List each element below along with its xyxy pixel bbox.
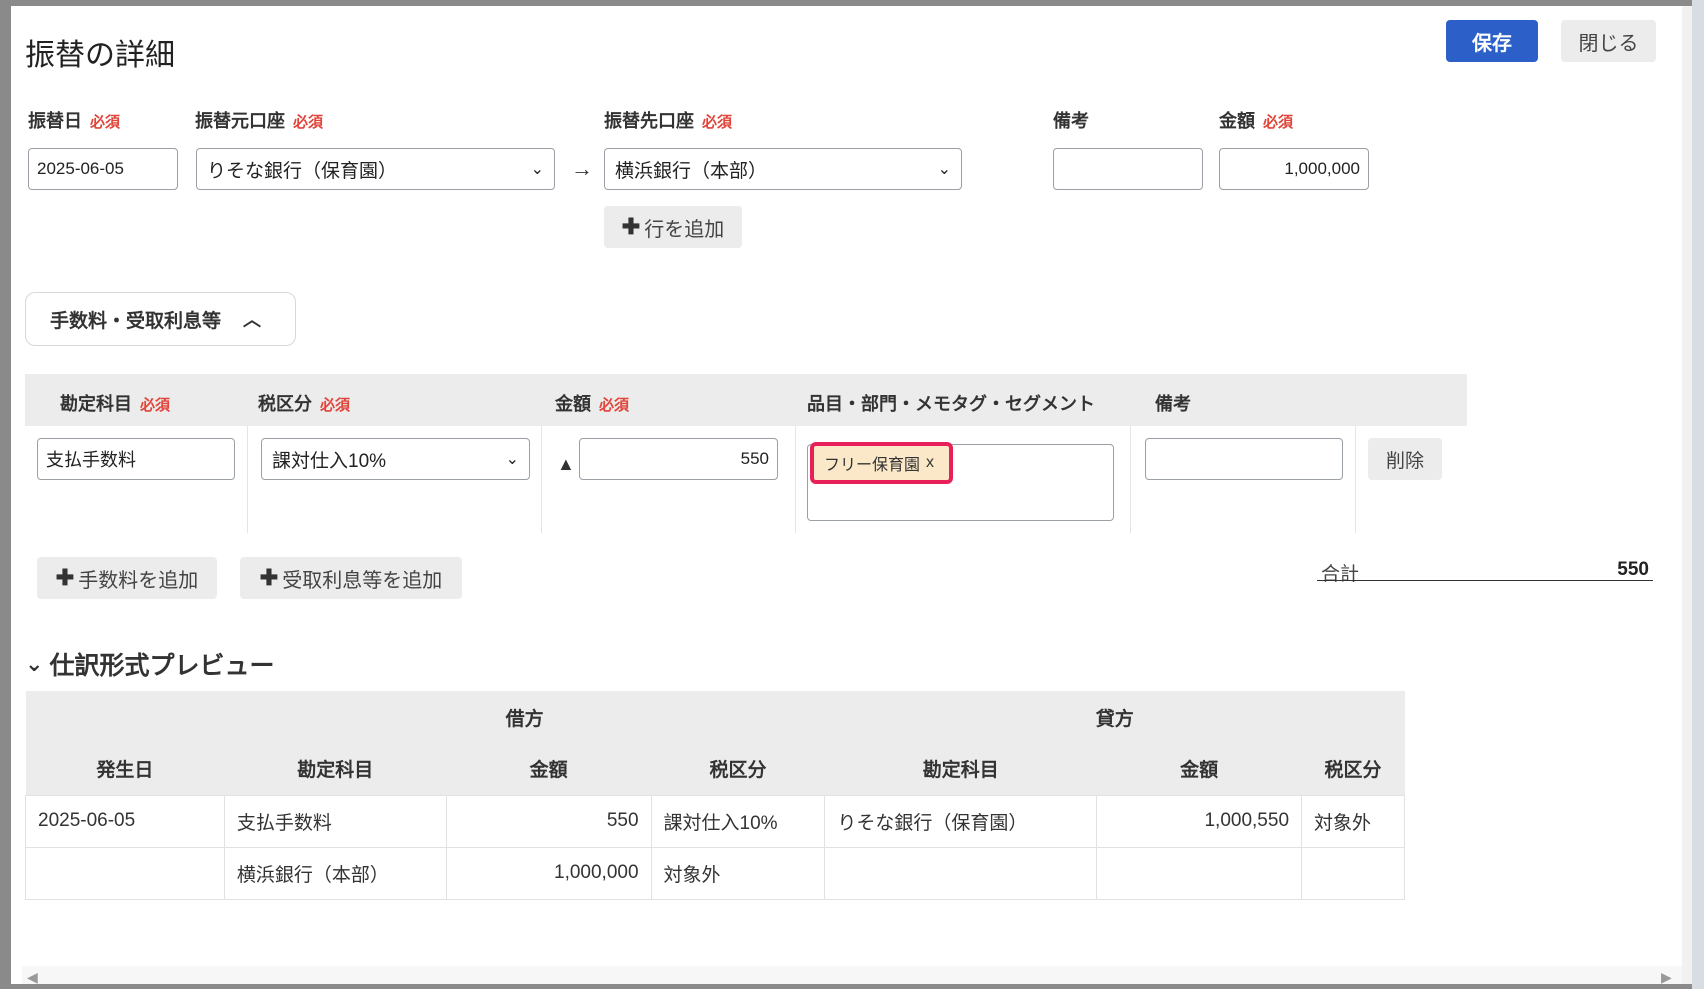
- arrow-right-icon: →: [571, 156, 593, 181]
- scroll-left-icon[interactable]: ◀: [27, 969, 38, 984]
- dialog-title: 振替の詳細: [25, 39, 175, 72]
- col-credit-amount: 金額: [1096, 743, 1302, 795]
- required-badge: 必須: [702, 114, 733, 131]
- col-debit-amount: 金額: [446, 743, 652, 795]
- to-account-select[interactable]: 横浜銀行（本部） ⌄: [604, 148, 962, 190]
- fee-memo-input[interactable]: [1145, 438, 1343, 480]
- total-label: 合計: [1321, 564, 1360, 585]
- backdrop: [1692, 0, 1704, 989]
- fee-tax-select[interactable]: 課対仕入10% ⌄: [261, 438, 530, 480]
- fee-tax-header: 税区分 必須: [258, 394, 351, 414]
- close-button[interactable]: 閉じる: [1561, 20, 1656, 62]
- memo-input[interactable]: [1053, 148, 1203, 190]
- save-button[interactable]: 保存: [1446, 20, 1538, 62]
- required-badge: 必須: [1263, 114, 1294, 131]
- col-credit-tax: 税区分: [1301, 743, 1405, 795]
- required-badge: 必須: [90, 114, 121, 131]
- chevron-down-icon: ⌄: [25, 651, 44, 676]
- vertical-scrollbar[interactable]: [1682, 6, 1692, 984]
- fees-toggle[interactable]: 手数料・受取利息等 ︿: [25, 292, 296, 346]
- from-account-select[interactable]: りそな銀行（保育園） ⌄: [196, 148, 555, 190]
- chevron-up-icon: ︿: [243, 310, 262, 330]
- fees-table-header: 勘定科目 必須 税区分 必須 金額 必須 品目・部門・メモタグ・セグメント 備考: [25, 374, 1467, 426]
- col-date: 発生日: [25, 743, 225, 795]
- col-credit-account: 勘定科目: [824, 743, 1097, 795]
- amount-label: 金額 必須: [1219, 111, 1294, 131]
- transfer-date-input[interactable]: 2025-06-05: [28, 148, 178, 190]
- col-debit-account: 勘定科目: [224, 743, 447, 795]
- add-interest-button[interactable]: ✚ 受取利息等を追加: [240, 557, 462, 599]
- plus-icon: ✚: [55, 565, 75, 590]
- required-badge: 必須: [293, 114, 324, 131]
- fee-amount-input[interactable]: 550: [579, 438, 778, 480]
- table-row: 横浜銀行（本部） 1,000,000 対象外: [25, 846, 1405, 900]
- debit-header: 借方: [224, 691, 825, 743]
- from-account-label: 振替元口座 必須: [195, 111, 324, 131]
- fee-tags-header: 品目・部門・メモタグ・セグメント: [807, 394, 1095, 414]
- credit-header: 貸方: [824, 691, 1405, 743]
- fee-amount-header: 金額 必須: [555, 394, 630, 414]
- fee-account-header: 勘定科目 必須: [60, 394, 171, 414]
- delete-row-button[interactable]: 削除: [1368, 438, 1442, 480]
- transfer-detail-dialog: 振替の詳細 保存 閉じる 振替日 必須 振替元口座 必須 振替先口座 必須 備考 金額…: [11, 6, 1682, 984]
- total-underline: [1317, 580, 1653, 581]
- add-fee-button[interactable]: ✚ 手数料を追加: [37, 557, 217, 599]
- chevron-down-icon: ⌄: [505, 451, 519, 468]
- fee-memo-header: 備考: [1155, 394, 1191, 414]
- total-value: 550: [1617, 559, 1649, 580]
- tag-chip: フリー保育園 x: [810, 442, 953, 484]
- memo-label: 備考: [1053, 111, 1089, 131]
- journal-preview-table: 借方 貸方 発生日 勘定科目 金額 税区分 勘定科目 金額 税区分 2025-0…: [25, 691, 1405, 900]
- chevron-down-icon: ⌄: [937, 161, 951, 178]
- col-debit-tax: 税区分: [651, 743, 825, 795]
- plus-icon: ✚: [621, 214, 641, 239]
- tag-remove-icon[interactable]: x: [926, 454, 934, 472]
- to-account-label: 振替先口座 必須: [604, 111, 733, 131]
- preview-section-toggle[interactable]: ⌄ 仕訳形式プレビュー: [25, 646, 274, 682]
- add-row-button[interactable]: ✚ 行を追加: [604, 206, 742, 248]
- transfer-date-label: 振替日 必須: [28, 111, 121, 131]
- amount-input[interactable]: 1,000,000: [1219, 148, 1369, 190]
- fee-account-input[interactable]: 支払手数料: [37, 438, 235, 480]
- chevron-down-icon: ⌄: [530, 161, 544, 178]
- scroll-right-icon[interactable]: ▶: [1661, 969, 1672, 984]
- preview-title: 仕訳形式プレビュー: [49, 652, 275, 680]
- table-row: 2025-06-05 支払手数料 550 課対仕入10% りそな銀行（保育園） …: [25, 794, 1405, 848]
- negative-sign-icon: ▲: [557, 454, 575, 474]
- plus-icon: ✚: [259, 565, 279, 590]
- horizontal-scrollbar[interactable]: [22, 966, 1682, 984]
